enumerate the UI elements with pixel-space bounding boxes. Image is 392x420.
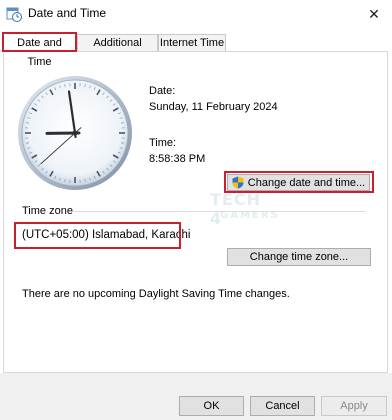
- tab-internet-time[interactable]: Internet Time: [158, 34, 226, 51]
- date-value: Sunday, 11 February 2024: [149, 101, 278, 113]
- change-time-zone-button-label: Change time zone...: [249, 251, 349, 263]
- cancel-button[interactable]: Cancel: [250, 396, 315, 416]
- cancel-button-label: Cancel: [265, 400, 300, 412]
- dst-message: There are no upcoming Daylight Saving Ti…: [22, 288, 290, 300]
- tech4gamers-watermark-logo: TECH 4 GAMERS: [210, 190, 280, 228]
- time-zone-highlight: [14, 222, 181, 249]
- apply-button-label: Apply: [340, 400, 368, 412]
- tab-label: Internet Time: [159, 37, 225, 49]
- window-title: Date and Time: [28, 6, 107, 20]
- analog-clock: [18, 76, 132, 190]
- date-time-app-icon: [6, 7, 22, 22]
- tab-additional-clocks[interactable]: Additional Clocks: [77, 34, 158, 65]
- close-icon: ✕: [368, 5, 380, 22]
- tab-bar: Date and Time Additional Clocks Internet…: [0, 32, 392, 68]
- time-zone-divider: [72, 211, 366, 212]
- ok-button-label: OK: [203, 400, 220, 412]
- ok-button[interactable]: OK: [179, 396, 244, 416]
- clock-center: [72, 130, 78, 136]
- apply-button[interactable]: Apply: [321, 396, 387, 416]
- tab-date-and-time[interactable]: Date and Time: [2, 32, 77, 68]
- time-value: 8:58:38 PM: [149, 153, 206, 165]
- time-zone-section-label: Time zone: [22, 205, 73, 217]
- date-label: Date:: [149, 85, 176, 97]
- change-time-zone-button[interactable]: Change time zone...: [227, 248, 371, 266]
- time-label: Time:: [149, 137, 177, 149]
- title-bar: Date and Time ✕: [0, 0, 392, 28]
- close-button[interactable]: ✕: [356, 0, 392, 28]
